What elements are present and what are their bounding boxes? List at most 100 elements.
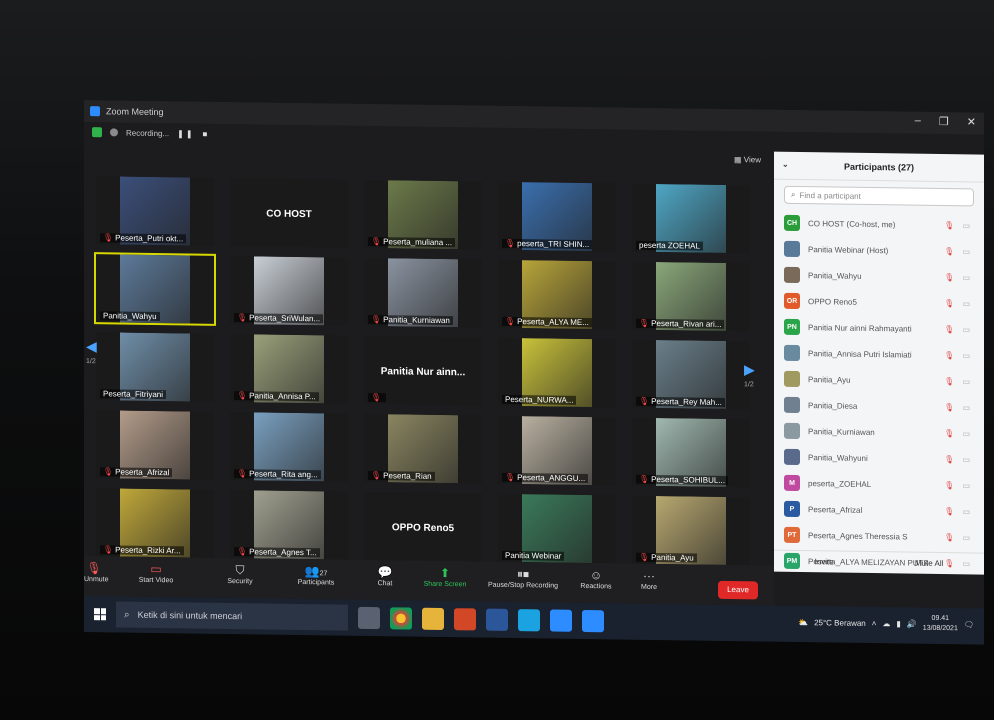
next-page-arrow[interactable]: ▶: [744, 361, 755, 378]
taskbar-search-input[interactable]: ⌕ Ketik di sini untuk mencari: [116, 601, 348, 631]
tile-name: Peserta_Fitriyani: [103, 389, 164, 400]
participant-row[interactable]: Panitia_Wahyuni 🎙 ▭: [774, 444, 984, 473]
share-screen-button[interactable]: ⬆ Share Screen: [418, 565, 472, 589]
video-tile[interactable]: 🎙 Peserta_muliana ...: [364, 179, 482, 250]
previous-page-arrow[interactable]: ◀: [86, 338, 97, 355]
video-tile[interactable]: 🎙 Peserta_SriWulan...: [230, 256, 348, 326]
tile-name-label: 🎙 Panitia_Kurniawan: [368, 314, 453, 326]
video-off-icon: ▭: [962, 506, 970, 516]
video-tile[interactable]: 🎙 Panitia_Ayu: [632, 495, 750, 566]
tile-name-label: 🎙 Peserta_Agnes T...: [234, 547, 320, 558]
ellipsis-icon: ···: [643, 568, 655, 583]
video-tile[interactable]: 🎙 Peserta_Rey Mah...: [632, 339, 750, 410]
participant-search-input[interactable]: ⌕ Find a participant: [784, 185, 974, 207]
video-tile[interactable]: 🎙 Peserta_Agnes T...: [230, 490, 348, 560]
view-button[interactable]: ▦ View: [734, 155, 761, 164]
tile-name: Panitia_Annisa P...: [249, 391, 316, 402]
task-view-icon[interactable]: [358, 606, 380, 630]
chrome-icon[interactable]: [390, 607, 412, 630]
participants-button[interactable]: 👥27 Participants: [286, 563, 346, 587]
participant-row[interactable]: PT Peserta_Agnes Theressia S 🎙 ▭: [774, 522, 984, 551]
chevron-up-icon[interactable]: ˄: [872, 618, 877, 627]
chat-icon: 💬: [377, 565, 393, 580]
minimize-button[interactable]: –: [915, 115, 921, 128]
video-tile[interactable]: 🎙 Peserta_SOHIBUL...: [632, 417, 750, 488]
file-explorer-icon[interactable]: [422, 607, 444, 631]
participant-row[interactable]: Panitia Webinar (Host) 🎙 ▭: [774, 236, 984, 265]
chevron-down-icon[interactable]: ⌄: [782, 160, 789, 169]
video-tile[interactable]: Peserta_NURWA...: [498, 337, 616, 408]
video-tile[interactable]: 🎙 Panitia_Kurniawan: [364, 257, 482, 328]
microphone-muted-icon: 🎙: [371, 471, 382, 481]
unmute-button[interactable]: 🎙 Unmute: [84, 560, 109, 583]
app-icon[interactable]: [550, 609, 572, 632]
microphone-muted-icon: 🎙: [86, 561, 102, 576]
participant-row[interactable]: CH CO HOST (Co-host, me) 🎙 ▭: [774, 210, 984, 239]
more-button[interactable]: ··· More: [634, 568, 664, 591]
video-tile[interactable]: 🎙 Peserta_ALYA ME...: [498, 259, 616, 330]
video-off-icon: ▭: [962, 272, 970, 282]
notification-icon[interactable]: 🗨: [964, 620, 974, 629]
clock[interactable]: 09.41 13/08/2021: [923, 614, 958, 634]
share-screen-label: Share Screen: [423, 580, 467, 589]
participant-row[interactable]: P Peserta_Afrizal 🎙 ▭: [774, 496, 984, 525]
chat-button[interactable]: 💬 Chat: [370, 564, 400, 587]
participant-name: Panitia Webinar (Host): [808, 244, 889, 255]
weather-label: 25°C Berawan: [814, 617, 866, 628]
zoom-taskbar-icon[interactable]: [582, 609, 604, 633]
view-label: View: [743, 155, 761, 165]
video-tile[interactable]: 🎙 Panitia_Annisa P...: [230, 334, 348, 404]
windows-start-icon[interactable]: [94, 608, 106, 621]
video-tile[interactable]: 🎙 Peserta_Rian: [364, 413, 482, 484]
video-tile[interactable]: Panitia Nur ainn... 🎙: [364, 335, 482, 406]
tile-name-label: Peserta_Fitriyani: [100, 389, 167, 400]
video-tile[interactable]: 🎙 Peserta_ANGGU...: [498, 415, 616, 486]
mute-all-button[interactable]: Mute All: [915, 559, 943, 568]
pause-recording-button[interactable]: ❚❚: [177, 129, 194, 138]
participant-row[interactable]: Panitia_Annisa Putri Islamiati 🎙 ▭: [774, 340, 984, 369]
tile-name: Peserta_SOHIBUL...: [651, 474, 725, 485]
avatar: [784, 344, 800, 361]
video-tile[interactable]: Peserta_Fitriyani: [96, 332, 214, 402]
video-tile[interactable]: 🎙 Peserta_Rizki Ar...: [96, 488, 214, 558]
video-tile[interactable]: 🎙 Peserta_Rita ang...: [230, 412, 348, 482]
pause-stop-recording-button[interactable]: ⏸⏹ Pause/Stop Recording: [480, 566, 566, 590]
participant-row[interactable]: Panitia_Ayu 🎙 ▭: [774, 366, 984, 395]
close-button[interactable]: ✕: [967, 115, 976, 128]
taskbar-search-placeholder: Ketik di sini untuk mencari: [137, 609, 243, 622]
video-tile[interactable]: peserta ZOEHAL: [632, 183, 750, 254]
video-off-icon: ▭: [962, 428, 970, 438]
stop-recording-button[interactable]: ■: [203, 129, 210, 138]
avatar: CH: [784, 214, 800, 231]
tile-name-label: 🎙 Peserta_SOHIBUL...: [636, 474, 728, 485]
video-tile[interactable]: Panitia_Wahyu: [94, 252, 216, 326]
restore-button[interactable]: ❐: [939, 115, 949, 128]
video-tile[interactable]: 🎙 Peserta_Afrizal: [96, 410, 214, 480]
word-icon[interactable]: [486, 608, 508, 631]
participant-status-icons: 🎙 ▭: [944, 455, 970, 464]
participant-row[interactable]: Panitia_Wahyu 🎙 ▭: [774, 262, 984, 291]
reactions-button[interactable]: ☺ Reactions: [574, 567, 618, 591]
recording-dot-icon: [110, 128, 118, 137]
volume-icon[interactable]: 🔊: [907, 619, 917, 628]
video-tile[interactable]: 🎙 Peserta_Rivan ari...: [632, 261, 750, 332]
participant-row[interactable]: OR OPPO Reno5 🎙 ▭: [774, 288, 984, 317]
start-video-button[interactable]: ▭ Start Video: [126, 561, 186, 585]
video-tile[interactable]: 🎙 peserta_TRI SHIN...: [498, 181, 616, 252]
leave-button[interactable]: Leave: [718, 580, 758, 600]
video-tile[interactable]: 🎙 Peserta_Putri okt...: [96, 176, 214, 246]
tile-name: Peserta_Rivan ari...: [651, 318, 722, 329]
video-tile[interactable]: CO HOST: [230, 178, 348, 248]
participant-row[interactable]: Mpeserta_ZOEHAL 🎙 ▭: [774, 470, 984, 499]
participant-row[interactable]: Panitia_Diesa 🎙 ▭: [774, 392, 984, 421]
participant-row[interactable]: PN Panitia Nur ainni Rahmayanti 🎙 ▭: [774, 314, 984, 343]
security-button[interactable]: ⛉ Security: [220, 562, 260, 586]
participant-row[interactable]: Panitia_Kurniawan 🎙 ▭: [774, 418, 984, 447]
invite-button[interactable]: Invite: [815, 557, 834, 566]
video-tile[interactable]: OPPO Reno5: [364, 491, 482, 562]
video-tile[interactable]: Panitia Webinar: [498, 493, 616, 564]
powerpoint-icon[interactable]: [454, 608, 476, 631]
microphone-muted-icon: 🎙: [237, 547, 248, 557]
participant-status-icons: 🎙 ▭: [944, 533, 970, 542]
store-icon[interactable]: [518, 609, 540, 632]
